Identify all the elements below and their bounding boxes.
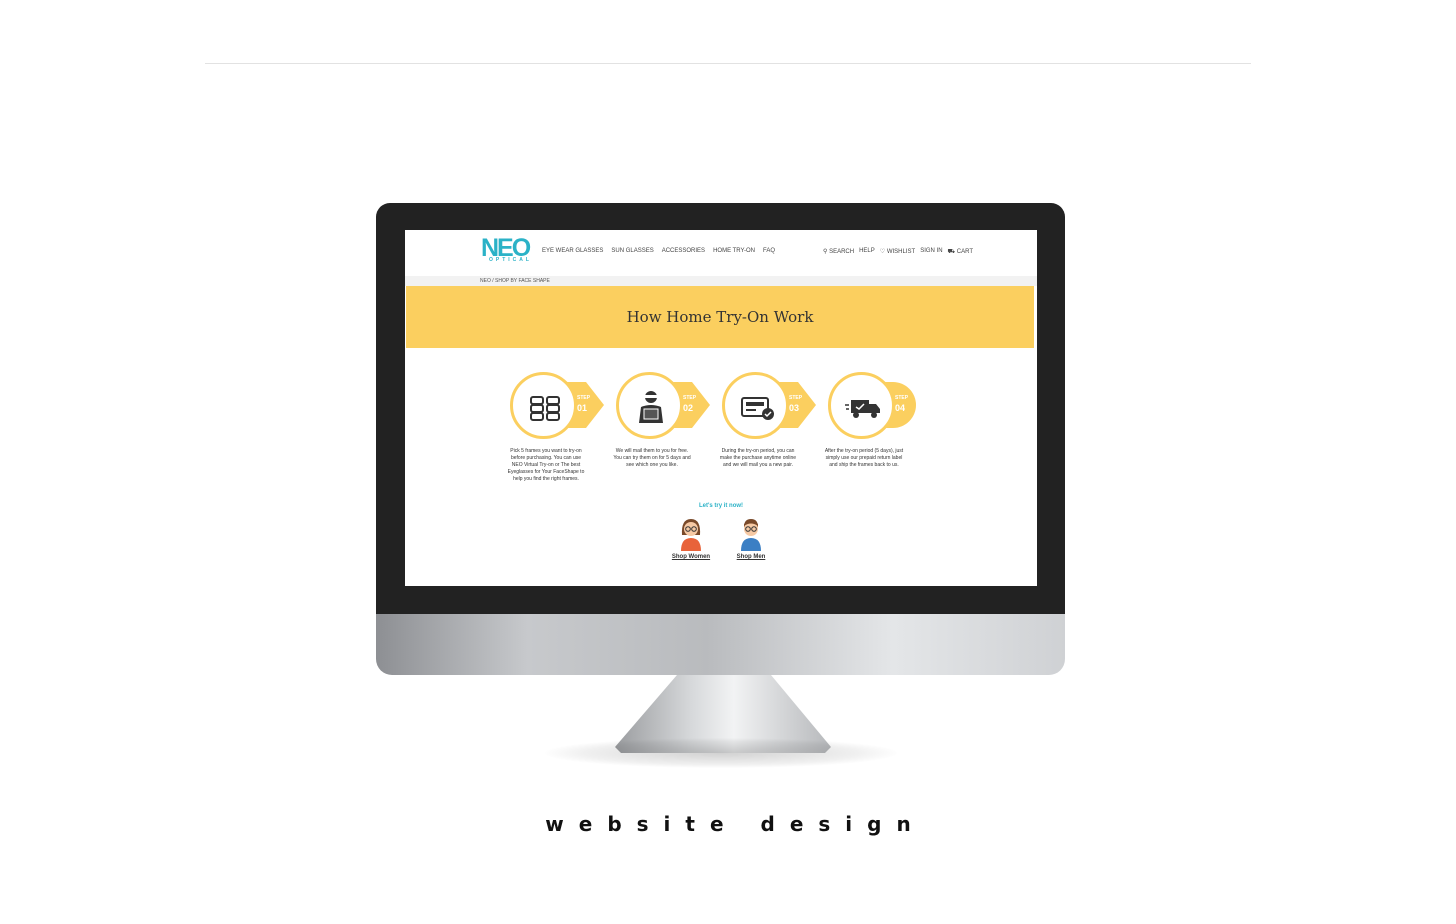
step-number: 01 — [577, 403, 588, 413]
step-4: STEP 04 After the try-on period (5 days)… — [824, 370, 930, 500]
monitor-shadow — [545, 738, 897, 768]
shop-men-label: Shop Men — [736, 554, 766, 560]
step-description: Pick 5 frames you want to try-on before … — [507, 448, 585, 482]
cta-text: Let's try it now! — [698, 503, 744, 509]
top-divider — [205, 63, 1251, 64]
step-1: STEP 01 Pick 5 frames you want to try-on… — [508, 370, 612, 500]
step-description: During the try-on period, you can make t… — [719, 448, 797, 468]
heart-icon: ♡ — [879, 249, 886, 255]
logo-subtext: OPTICAL — [489, 257, 532, 263]
step-label: STEP — [789, 395, 803, 401]
neo-logo[interactable]: NEO OPTICAL — [481, 235, 539, 263]
steps-row: STEP 01 Pick 5 frames you want to try-on… — [405, 370, 1037, 500]
breadcrumb[interactable]: NEO / SHOP BY FACE SHAPE — [480, 278, 550, 284]
cart-label: CART — [956, 249, 973, 255]
nav-home-try-on[interactable]: HOME TRY-ON — [713, 248, 755, 254]
nav-sign-in[interactable]: SIGN IN — [920, 248, 942, 256]
step-circle — [616, 372, 683, 439]
step-circle — [828, 372, 895, 439]
caption: website design — [545, 812, 926, 836]
hero-banner: How Home Try-On Work — [406, 286, 1034, 348]
nav-cart[interactable]: ⛟ CART — [948, 248, 973, 256]
step-number: 02 — [683, 403, 694, 413]
man-avatar-icon — [741, 519, 761, 551]
utility-nav: ⚲ SEARCH HELP ♡ WISHLIST SIGN IN ⛟ CART — [823, 248, 973, 256]
nav-search[interactable]: ⚲ SEARCH — [823, 248, 854, 256]
shop-women-label: Shop Women — [671, 554, 711, 560]
step-label: STEP — [895, 395, 909, 401]
shop-women-link[interactable]: Shop Women — [661, 517, 721, 567]
page-title: How Home Try-On Work — [626, 308, 814, 326]
nav-help[interactable]: HELP — [859, 248, 875, 256]
step-label: STEP — [683, 395, 697, 401]
delivery-person-box-icon — [639, 391, 663, 423]
step-3: STEP 03 During the try-on period, you ca… — [720, 370, 824, 500]
woman-avatar-icon — [681, 519, 701, 551]
step-label: STEP — [577, 395, 591, 401]
nav-eyewear[interactable]: EYE WEAR GLASSES — [542, 248, 603, 254]
nav-wishlist[interactable]: ♡ WISHLIST — [880, 248, 915, 256]
wishlist-label: WISHLIST — [886, 249, 916, 255]
online-purchase-card-icon — [741, 397, 774, 420]
delivery-truck-icon — [845, 400, 880, 418]
nav-faq[interactable]: FAQ — [763, 248, 775, 254]
step-2: STEP 02 We will mail them to you for fre… — [613, 370, 718, 500]
step-circle — [510, 372, 577, 439]
website-screen: NEO OPTICAL EYE WEAR GLASSES SUN GLASSES… — [405, 230, 1037, 586]
glasses-stack-icon — [530, 396, 560, 421]
shop-men-link[interactable]: Shop Men — [721, 517, 781, 567]
step-number: 04 — [895, 403, 906, 413]
main-nav: EYE WEAR GLASSES SUN GLASSES ACCESSORIES… — [542, 248, 775, 254]
step-description: We will mail them to you for free. You c… — [613, 448, 691, 468]
breadcrumb-bar: NEO / SHOP BY FACE SHAPE — [405, 276, 1037, 286]
site-navbar: NEO OPTICAL EYE WEAR GLASSES SUN GLASSES… — [405, 230, 1037, 276]
nav-accessories[interactable]: ACCESSORIES — [662, 248, 705, 254]
search-icon: ⚲ — [823, 249, 828, 255]
step-description: After the try-on period (5 days), just s… — [824, 448, 904, 468]
monitor-chin — [376, 614, 1065, 675]
cart-icon: ⛟ — [947, 249, 956, 255]
nav-sunglasses[interactable]: SUN GLASSES — [611, 248, 653, 254]
step-circle — [722, 372, 789, 439]
step-number: 03 — [789, 403, 800, 413]
search-label: SEARCH — [829, 249, 855, 255]
